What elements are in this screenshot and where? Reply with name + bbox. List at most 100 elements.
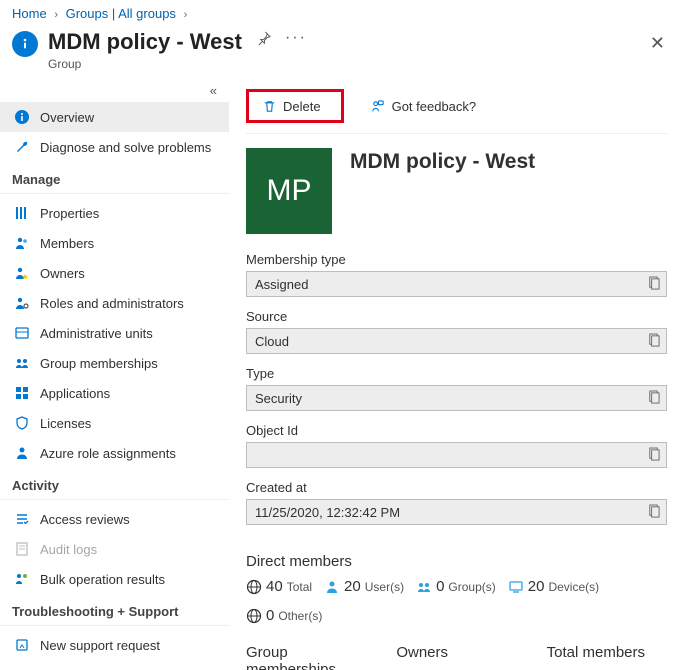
sidebar-label: Azure role assignments bbox=[40, 446, 176, 461]
members-icon bbox=[14, 235, 30, 251]
group-icon bbox=[14, 355, 30, 371]
device-icon bbox=[508, 579, 524, 595]
owners-icon bbox=[14, 265, 30, 281]
log-icon bbox=[14, 541, 30, 557]
lower-stats-row: Group memberships Owners Total members bbox=[246, 624, 667, 670]
field-label: Membership type bbox=[246, 252, 667, 267]
sidebar-item-overview[interactable]: Overview bbox=[0, 102, 229, 132]
copy-button[interactable] bbox=[647, 504, 660, 519]
field-type: Type Security bbox=[246, 366, 667, 411]
licenses-icon bbox=[14, 415, 30, 431]
sidebar-label: Members bbox=[40, 236, 94, 251]
stat-number: 0 bbox=[266, 607, 274, 624]
roles-icon bbox=[14, 295, 30, 311]
field-value-box bbox=[246, 442, 667, 468]
copy-button[interactable] bbox=[647, 447, 660, 462]
stat-label: User(s) bbox=[365, 580, 404, 594]
sidebar-item-licenses[interactable]: Licenses bbox=[0, 408, 229, 438]
stat-number: 0 bbox=[436, 578, 444, 595]
page-header: MDM policy - West Group ··· ✕ bbox=[0, 25, 681, 81]
field-value-box: Security bbox=[246, 385, 667, 411]
bulk-icon bbox=[14, 571, 30, 587]
field-created-at: Created at 11/25/2020, 12:32:42 PM bbox=[246, 480, 667, 525]
person-icon bbox=[14, 445, 30, 461]
sidebar-item-new-support[interactable]: New support request bbox=[0, 630, 229, 660]
direct-members-title: Direct members bbox=[246, 537, 667, 578]
breadcrumb-groups[interactable]: Groups | All groups bbox=[66, 6, 176, 21]
direct-members-stats: 40 Total 20 User(s) 0 Group(s) 20 Device… bbox=[246, 578, 667, 624]
page-title: MDM policy - West bbox=[48, 29, 242, 55]
sidebar-item-audit-logs[interactable]: Audit logs bbox=[0, 534, 229, 564]
sidebar-item-applications[interactable]: Applications bbox=[0, 378, 229, 408]
sidebar-item-roles[interactable]: Roles and administrators bbox=[0, 288, 229, 318]
sidebar-label: Group memberships bbox=[40, 356, 158, 371]
sidebar-item-owners[interactable]: Owners bbox=[0, 258, 229, 288]
main-content: Delete Got feedback? MP MDM policy - Wes… bbox=[230, 81, 681, 670]
sidebar-label: Diagnose and solve problems bbox=[40, 140, 211, 155]
sidebar-item-azure-role[interactable]: Azure role assignments bbox=[0, 438, 229, 468]
sidebar-header-manage: Manage bbox=[0, 162, 229, 194]
entity-avatar: MP bbox=[246, 148, 332, 234]
close-button[interactable]: ✕ bbox=[646, 29, 669, 58]
field-object-id: Object Id bbox=[246, 423, 667, 468]
field-label: Created at bbox=[246, 480, 667, 495]
properties-icon bbox=[14, 205, 30, 221]
wrench-icon bbox=[14, 139, 30, 155]
page-subtitle: Group bbox=[48, 57, 242, 71]
copy-button[interactable] bbox=[647, 333, 660, 348]
copy-button[interactable] bbox=[647, 390, 660, 405]
feedback-button[interactable]: Got feedback? bbox=[364, 94, 483, 118]
sidebar-label: Owners bbox=[40, 266, 85, 281]
info-icon bbox=[14, 109, 30, 125]
lower-group-memberships: Group memberships bbox=[246, 644, 366, 670]
entity-header: MP MDM policy - West bbox=[246, 134, 667, 252]
breadcrumb-home[interactable]: Home bbox=[12, 6, 47, 21]
stat-users[interactable]: 20 User(s) bbox=[324, 578, 404, 595]
lower-owners: Owners bbox=[396, 644, 516, 670]
sidebar-item-properties[interactable]: Properties bbox=[0, 198, 229, 228]
sidebar-item-group-memberships[interactable]: Group memberships bbox=[0, 348, 229, 378]
stat-label: Other(s) bbox=[278, 609, 322, 623]
more-icon[interactable]: ··· bbox=[285, 29, 307, 47]
apps-icon bbox=[14, 385, 30, 401]
sidebar-item-diagnose[interactable]: Diagnose and solve problems bbox=[0, 132, 229, 162]
stat-label: Group(s) bbox=[448, 580, 495, 594]
sidebar-label: Access reviews bbox=[40, 512, 130, 527]
chevron-right-icon: › bbox=[180, 9, 192, 21]
group-icon bbox=[416, 579, 432, 595]
pin-icon[interactable] bbox=[256, 31, 271, 46]
stat-number: 20 bbox=[528, 578, 545, 595]
stat-label: Total bbox=[287, 580, 312, 594]
trash-icon bbox=[261, 98, 277, 114]
collapse-sidebar-button[interactable]: « bbox=[0, 81, 229, 102]
globe-icon bbox=[246, 608, 262, 624]
sidebar-label: Bulk operation results bbox=[40, 572, 165, 587]
feedback-icon bbox=[370, 98, 386, 114]
sidebar-item-members[interactable]: Members bbox=[0, 228, 229, 258]
sidebar-label: Properties bbox=[40, 206, 99, 221]
feedback-label: Got feedback? bbox=[392, 99, 477, 114]
stat-groups[interactable]: 0 Group(s) bbox=[416, 578, 496, 595]
sidebar-label: Roles and administrators bbox=[40, 296, 184, 311]
sidebar-label: Administrative units bbox=[40, 326, 153, 341]
sidebar: « Overview Diagnose and solve problems M… bbox=[0, 81, 230, 670]
stat-total[interactable]: 40 Total bbox=[246, 578, 312, 595]
sidebar-item-bulk-ops[interactable]: Bulk operation results bbox=[0, 564, 229, 594]
field-label: Type bbox=[246, 366, 667, 381]
toolbar: Delete Got feedback? bbox=[246, 81, 667, 134]
delete-highlight: Delete bbox=[246, 89, 344, 123]
sidebar-item-admin-units[interactable]: Administrative units bbox=[0, 318, 229, 348]
delete-button[interactable]: Delete bbox=[255, 94, 327, 118]
copy-button[interactable] bbox=[647, 276, 660, 291]
breadcrumb: Home › Groups | All groups › bbox=[0, 0, 681, 25]
entity-title: MDM policy - West bbox=[350, 148, 535, 174]
sidebar-item-access-reviews[interactable]: Access reviews bbox=[0, 504, 229, 534]
sidebar-label: New support request bbox=[40, 638, 160, 653]
admin-units-icon bbox=[14, 325, 30, 341]
field-value: 11/25/2020, 12:32:42 PM bbox=[255, 505, 400, 520]
field-value: Security bbox=[255, 391, 302, 406]
sidebar-label: Audit logs bbox=[40, 542, 97, 557]
checklist-icon bbox=[14, 511, 30, 527]
stat-others[interactable]: 0 Other(s) bbox=[246, 607, 322, 624]
stat-devices[interactable]: 20 Device(s) bbox=[508, 578, 599, 595]
